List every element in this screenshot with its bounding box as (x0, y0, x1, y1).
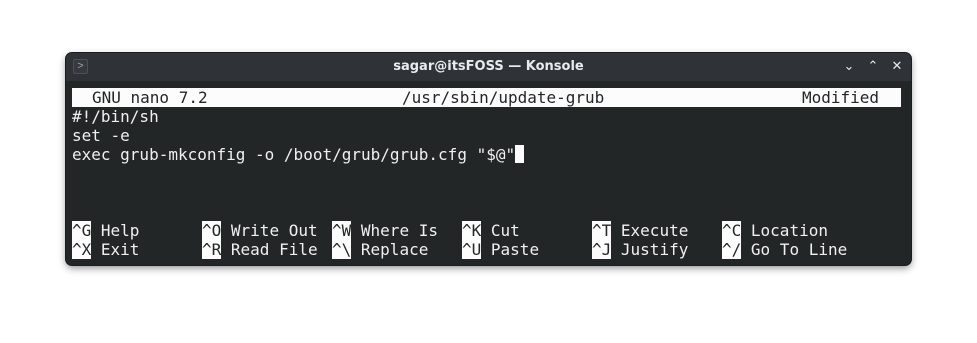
shortcut-location[interactable]: ^C Location (722, 221, 828, 240)
shortcut-exit[interactable]: ^X Exit (72, 240, 139, 259)
shortcut-label: Location (750, 221, 828, 240)
shortcut-where-is[interactable]: ^W Where Is (332, 221, 438, 240)
shortcut-justify[interactable]: ^J Justify (592, 240, 688, 259)
modified-status: Modified (802, 88, 880, 107)
close-icon[interactable]: ✕ (888, 58, 906, 76)
shortcut-cut[interactable]: ^K Cut (462, 221, 520, 240)
shortcut-label: Paste (490, 240, 540, 259)
shortcut-label: Help (100, 221, 140, 240)
shortcut-write-out[interactable]: ^O Write Out (202, 221, 318, 240)
terminal-app-icon[interactable]: > (73, 59, 88, 74)
terminal-area[interactable]: GNU nano 7.2 /usr/sbin/update-grub Modif… (72, 88, 905, 259)
shortcut-key: ^X (72, 240, 92, 259)
window-title: sagar@itsFOSS — Konsole (393, 59, 584, 74)
shortcut-label: Replace (360, 240, 429, 259)
shortcut-label: Cut (490, 221, 520, 240)
title-bar[interactable]: sagar@itsFOSS — Konsole > ⌄ ⌃ ✕ (66, 53, 911, 81)
editor-line-2[interactable]: set -e (72, 126, 130, 145)
shortcut-key: ^\ (332, 240, 352, 259)
editor-line-3-text: exec grub-mkconfig -o /boot/grub/grub.cf… (72, 145, 516, 164)
shortcut-key: ^T (592, 221, 612, 240)
shortcut-key: ^/ (722, 240, 742, 259)
shortcut-execute[interactable]: ^T Execute (592, 221, 688, 240)
shortcut-label: Where Is (360, 221, 438, 240)
nano-header-bar: GNU nano 7.2 /usr/sbin/update-grub Modif… (72, 88, 901, 107)
shortcut-replace[interactable]: ^\ Replace (332, 240, 428, 259)
shortcut-help[interactable]: ^G Help (72, 221, 139, 240)
nano-version: GNU nano 7.2 (92, 88, 208, 107)
shortcut-label: Exit (100, 240, 140, 259)
shortcut-read-file[interactable]: ^R Read File (202, 240, 318, 259)
maximize-icon[interactable]: ⌃ (864, 58, 882, 76)
shortcut-paste[interactable]: ^U Paste (462, 240, 539, 259)
shortcut-key: ^K (462, 221, 482, 240)
text-cursor (515, 145, 525, 163)
shortcut-key: ^G (72, 221, 92, 240)
editor-line-3[interactable]: exec grub-mkconfig -o /boot/grub/grub.cf… (72, 145, 525, 164)
shortcut-key: ^W (332, 221, 352, 240)
shortcut-key: ^J (592, 240, 612, 259)
file-path: /usr/sbin/update-grub (402, 88, 605, 107)
shortcut-go-to-line[interactable]: ^/ Go To Line (722, 240, 847, 259)
shortcut-label: Justify (620, 240, 689, 259)
shortcut-label: Write Out (230, 221, 318, 240)
shortcut-label: Execute (620, 221, 689, 240)
shortcut-label: Go To Line (750, 240, 848, 259)
editor-line-1[interactable]: #!/bin/sh (72, 107, 159, 126)
shortcut-key: ^U (462, 240, 482, 259)
shortcut-key: ^C (722, 221, 742, 240)
shortcut-key: ^R (202, 240, 222, 259)
minimize-icon[interactable]: ⌄ (840, 58, 858, 76)
shortcut-key: ^O (202, 221, 222, 240)
konsole-window: sagar@itsFOSS — Konsole > ⌄ ⌃ ✕ GNU nano… (66, 53, 911, 265)
shortcut-label: Read File (230, 240, 318, 259)
